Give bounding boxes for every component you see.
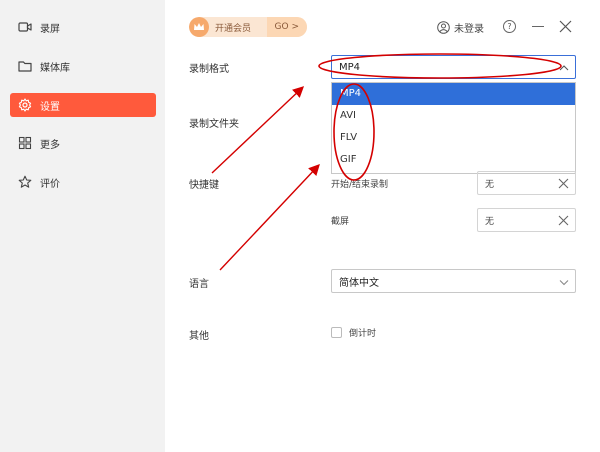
sidebar-item-label: 录屏 — [40, 23, 60, 35]
sidebar: 录屏 媒体库 设置 更多 评价 — [0, 0, 165, 452]
format-value: MP4 — [339, 61, 361, 73]
sidebar-item-label: 更多 — [40, 139, 60, 151]
folder-icon — [18, 59, 32, 73]
hotkey-record-field[interactable]: 无 — [477, 171, 576, 195]
video-camera-icon — [18, 20, 32, 34]
hotkey-record-value: 无 — [485, 179, 495, 190]
clear-icon[interactable] — [558, 178, 569, 189]
countdown-checkbox[interactable] — [331, 327, 342, 338]
sidebar-item-record[interactable]: 录屏 — [10, 15, 156, 39]
star-icon — [18, 175, 32, 189]
hotkey-record-label: 开始/结束录制 — [331, 180, 389, 190]
grid-icon — [18, 136, 32, 150]
login-button[interactable]: 未登录 — [437, 20, 484, 35]
chevron-down-icon — [559, 277, 569, 287]
gear-icon — [18, 98, 32, 112]
crown-icon — [189, 17, 209, 37]
close-icon[interactable] — [559, 20, 572, 33]
hotkey-label: 快捷键 — [189, 180, 219, 191]
clear-icon[interactable] — [558, 215, 569, 226]
other-label: 其他 — [189, 331, 209, 342]
language-select[interactable]: 简体中文 — [331, 269, 576, 293]
folder-label: 录制文件夹 — [189, 119, 239, 130]
sidebar-item-label: 设置 — [40, 101, 60, 113]
hotkey-screenshot-field[interactable]: 无 — [477, 208, 576, 232]
chevron-up-icon — [559, 63, 569, 73]
countdown-label: 倒计时 — [349, 329, 377, 339]
format-option-gif[interactable]: GIF — [332, 149, 575, 171]
minimize-icon[interactable] — [532, 26, 544, 27]
sidebar-item-settings[interactable]: 设置 — [10, 93, 156, 117]
sidebar-item-more[interactable]: 更多 — [10, 131, 156, 155]
login-label: 未登录 — [454, 24, 484, 35]
sidebar-item-label: 媒体库 — [40, 62, 70, 74]
sidebar-item-rate[interactable]: 评价 — [10, 170, 156, 194]
settings-panel: 开通会员 GO > 未登录 ? 录制格式 MP4 MP4 AVI FLV GIF… — [165, 0, 600, 452]
hotkey-screenshot-value: 无 — [485, 216, 495, 227]
hotkey-screenshot-label: 截屏 — [331, 217, 350, 227]
format-dropdown: MP4 AVI FLV GIF — [331, 82, 576, 174]
format-select[interactable]: MP4 — [331, 55, 576, 79]
help-icon[interactable]: ? — [503, 20, 516, 33]
language-value: 简体中文 — [339, 277, 379, 289]
vip-label: 开通会员 — [215, 23, 252, 34]
format-option-avi[interactable]: AVI — [332, 105, 575, 127]
format-option-flv[interactable]: FLV — [332, 127, 575, 149]
user-icon — [437, 21, 450, 34]
vip-button[interactable]: 开通会员 GO > — [189, 17, 307, 37]
language-label: 语言 — [189, 279, 209, 290]
vip-go-label: GO > — [266, 17, 307, 37]
format-label: 录制格式 — [189, 64, 229, 75]
countdown-option[interactable]: 倒计时 — [331, 326, 376, 339]
format-option-mp4[interactable]: MP4 — [332, 83, 575, 105]
sidebar-item-label: 评价 — [40, 178, 60, 190]
sidebar-item-media-library[interactable]: 媒体库 — [10, 54, 156, 78]
